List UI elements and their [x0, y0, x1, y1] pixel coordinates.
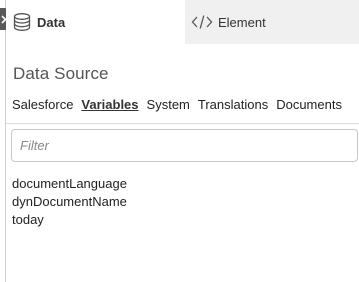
data-panel: Data Element Data Source Salesforce Vari…: [0, 0, 359, 282]
section-title: Data Source: [13, 64, 109, 83]
subtab-system[interactable]: System: [147, 97, 190, 112]
data-source-tabs: Salesforce Variables System Translations…: [12, 97, 359, 112]
tab-element[interactable]: Element: [185, 0, 359, 44]
variable-item-today[interactable]: today: [12, 211, 127, 229]
tab-element-label: Element: [218, 14, 266, 30]
tab-data[interactable]: Data: [6, 0, 185, 44]
variable-item-dyn-document-name[interactable]: dynDocumentName: [12, 193, 127, 211]
variable-list: documentLanguage dynDocumentName today: [12, 175, 127, 229]
subtab-documents[interactable]: Documents: [276, 97, 342, 112]
divider: [6, 123, 359, 124]
code-icon: [191, 14, 213, 30]
subtab-translations[interactable]: Translations: [198, 97, 268, 112]
tab-data-label: Data: [37, 14, 66, 30]
variable-item-document-language[interactable]: documentLanguage: [12, 175, 127, 193]
subtab-salesforce[interactable]: Salesforce: [12, 97, 73, 112]
filter-input[interactable]: [11, 129, 358, 162]
database-icon: [12, 12, 32, 32]
tab-bar: Data Element: [6, 0, 359, 44]
subtab-variables[interactable]: Variables: [81, 97, 138, 112]
